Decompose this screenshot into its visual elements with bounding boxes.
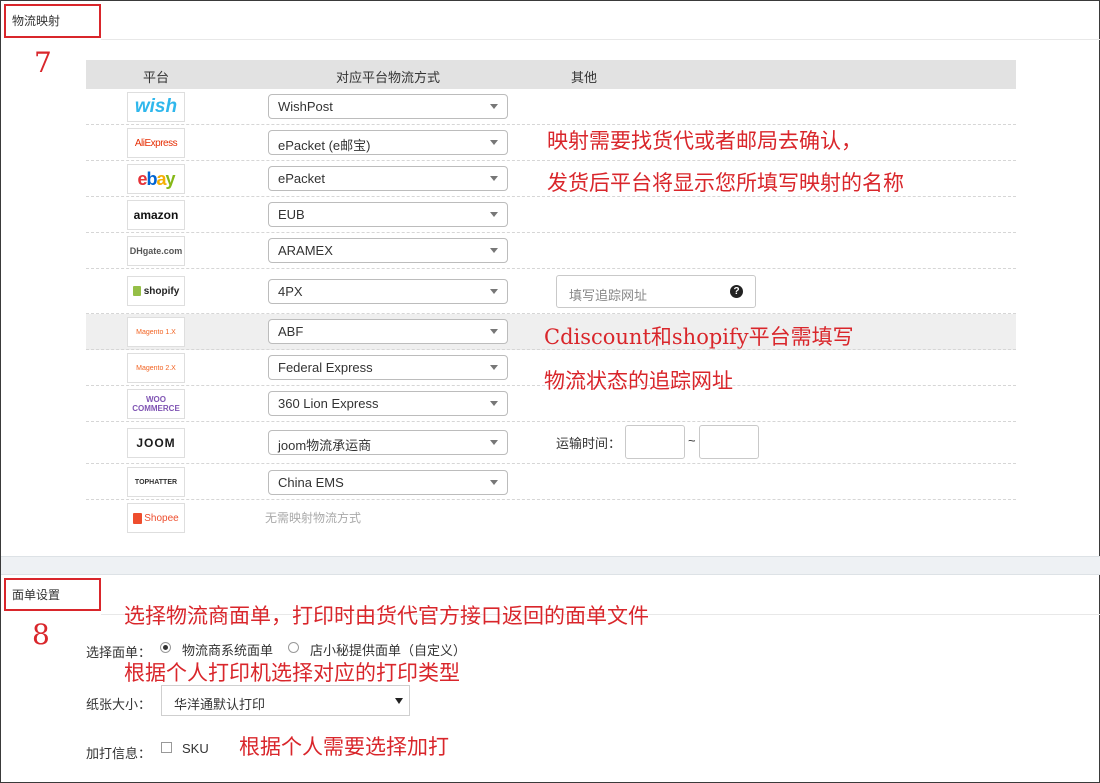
table-row: DHgate.com ARAMEX (86, 233, 1016, 269)
table-row: amazon EUB (86, 197, 1016, 233)
table-row: wish WishPost (86, 89, 1016, 125)
printer-annotation: 根据个人打印机选择对应的打印类型 (124, 661, 460, 685)
chevron-down-icon (395, 698, 403, 704)
mapping-annotation-line2: 发货后平台将显示您所填写映射的名称 (547, 171, 904, 195)
sku-option-label: SKU (182, 741, 209, 756)
table-row: TOPHATTER China EMS (86, 464, 1016, 500)
magento-2x-logo: Magento 2.X (127, 353, 185, 383)
wish-method-select[interactable]: WishPost (268, 94, 508, 119)
tophatter-logo: TOPHATTER (127, 467, 185, 497)
shopify-logo: shopify (127, 276, 185, 306)
mapping-annotation-line1: 映射需要找货代或者邮局去确认， (547, 129, 862, 153)
paper-size-label: 纸张大小： (86, 697, 152, 712)
wish-logo: wish (127, 92, 185, 122)
column-header-method: 对应平台物流方式 (336, 70, 441, 85)
table-row: JOOM joom物流承运商 运输时间： ~ (86, 422, 1016, 464)
radio-carrier-label[interactable] (160, 642, 171, 653)
joom-method-select[interactable]: joom物流承运商 (268, 430, 508, 455)
table-row: Shopee 无需映射物流方式 (86, 500, 1016, 536)
tracking-url-input[interactable]: 填写追踪网址 ? (556, 275, 756, 308)
woocommerce-logo: WOO COMMERCE (127, 389, 185, 419)
woocommerce-method-select[interactable]: 360 Lion Express (268, 391, 508, 416)
chevron-down-icon (490, 212, 498, 217)
ebay-method-select[interactable]: ePacket (268, 166, 508, 191)
joom-logo: JOOM (127, 428, 185, 458)
chevron-down-icon (490, 289, 498, 294)
column-header-platform: 平台 (143, 70, 170, 85)
magento-1x-method-select[interactable]: ABF (268, 319, 508, 344)
shipping-time-label: 运输时间： (556, 436, 622, 451)
chevron-down-icon (490, 480, 498, 485)
step-number-8: 8 (32, 618, 50, 651)
logistics-section-title: 物流映射 (4, 4, 101, 38)
tracking-annotation-line1: Cdiscount和shopify平台需填写 (544, 325, 854, 349)
section-divider (1, 556, 1100, 575)
table-row: shopify 4PX 填写追踪网址 ? (86, 269, 1016, 314)
shipping-time-min-input[interactable] (625, 425, 685, 459)
chevron-down-icon (490, 104, 498, 109)
column-header-other: 其他 (571, 70, 598, 85)
extra-print-label: 加打信息： (86, 746, 152, 761)
shipping-time-separator: ~ (688, 433, 696, 448)
step-number-7: 7 (34, 46, 52, 79)
chevron-down-icon (490, 401, 498, 406)
aliexpress-method-select[interactable]: ePacket (e邮宝) (268, 130, 508, 155)
amazon-logo: amazon (127, 200, 185, 230)
shopify-method-select[interactable]: 4PX (268, 279, 508, 304)
magento-2x-method-select[interactable]: Federal Express (268, 355, 508, 380)
chevron-down-icon (490, 440, 498, 445)
table-header: 平台 对应平台物流方式 其他 (86, 60, 1016, 89)
radio-custom-label[interactable] (288, 642, 299, 653)
shopee-bag-icon (133, 512, 143, 524)
tophatter-method-select[interactable]: China EMS (268, 470, 508, 495)
label-section-title: 面单设置 (4, 578, 101, 611)
amazon-method-select[interactable]: EUB (268, 202, 508, 227)
chevron-down-icon (490, 329, 498, 334)
chevron-down-icon (490, 176, 498, 181)
question-icon[interactable]: ? (730, 285, 743, 298)
chevron-down-icon (490, 248, 498, 253)
chevron-down-icon (490, 365, 498, 370)
chevron-down-icon (490, 140, 498, 145)
magento-1x-logo: Magento 1.X (127, 317, 185, 347)
no-mapping-note: 无需映射物流方式 (265, 511, 362, 525)
dhgate-logo: DHgate.com (127, 236, 185, 266)
extra-print-annotation: 根据个人需要选择加打 (239, 735, 449, 759)
label-annotation: 选择物流商面单，打印时由货代官方接口返回的面单文件 (124, 604, 649, 628)
ebay-logo: ebay (127, 164, 185, 194)
shopee-logo: Shopee (127, 503, 185, 533)
aliexpress-logo: AliExpress (127, 128, 185, 158)
sku-checkbox[interactable] (161, 742, 172, 753)
shipping-time-max-input[interactable] (699, 425, 759, 459)
tracking-annotation-line2: 物流状态的追踪网址 (544, 369, 733, 393)
dhgate-method-select[interactable]: ARAMEX (268, 238, 508, 263)
paper-size-select[interactable]: 华洋通默认打印 (161, 685, 410, 716)
shopify-bag-icon (132, 286, 141, 296)
